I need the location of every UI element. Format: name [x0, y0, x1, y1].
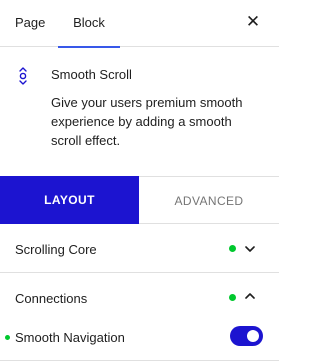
block-title: Smooth Scroll [51, 67, 132, 82]
smooth-navigation-toggle[interactable] [230, 326, 263, 346]
advanced-tab-button[interactable]: ADVANCED [139, 176, 279, 224]
panel-label: Scrolling Core [15, 242, 97, 257]
tab-page[interactable]: Page [15, 0, 45, 47]
smooth-scroll-icon [19, 67, 27, 85]
settings-segmented-control: LAYOUT ADVANCED [0, 176, 279, 224]
panel-scrolling-core[interactable]: Scrolling Core [0, 225, 279, 273]
status-dot [229, 245, 236, 252]
block-card: Smooth Scroll Give your users premium sm… [0, 48, 279, 182]
close-icon: ✕ [245, 12, 261, 31]
toggle-label: Smooth Navigation [15, 330, 125, 345]
status-dot [229, 294, 236, 301]
toggle-knob [247, 330, 259, 342]
divider [0, 360, 279, 361]
panel-connections[interactable]: Connections [0, 273, 279, 323]
tab-block[interactable]: Block [58, 0, 120, 48]
chevron-down-icon [245, 246, 255, 252]
block-description: Give your users premium smooth experienc… [51, 95, 243, 148]
smooth-navigation-row: Smooth Navigation [0, 323, 279, 351]
panel-label: Connections [15, 291, 88, 306]
layout-tab-button[interactable]: LAYOUT [0, 176, 139, 224]
close-button[interactable]: ✕ [243, 12, 263, 32]
sidebar-tabs: Page Block ✕ [0, 0, 279, 48]
chevron-up-icon [245, 293, 255, 299]
status-dot [5, 335, 10, 340]
